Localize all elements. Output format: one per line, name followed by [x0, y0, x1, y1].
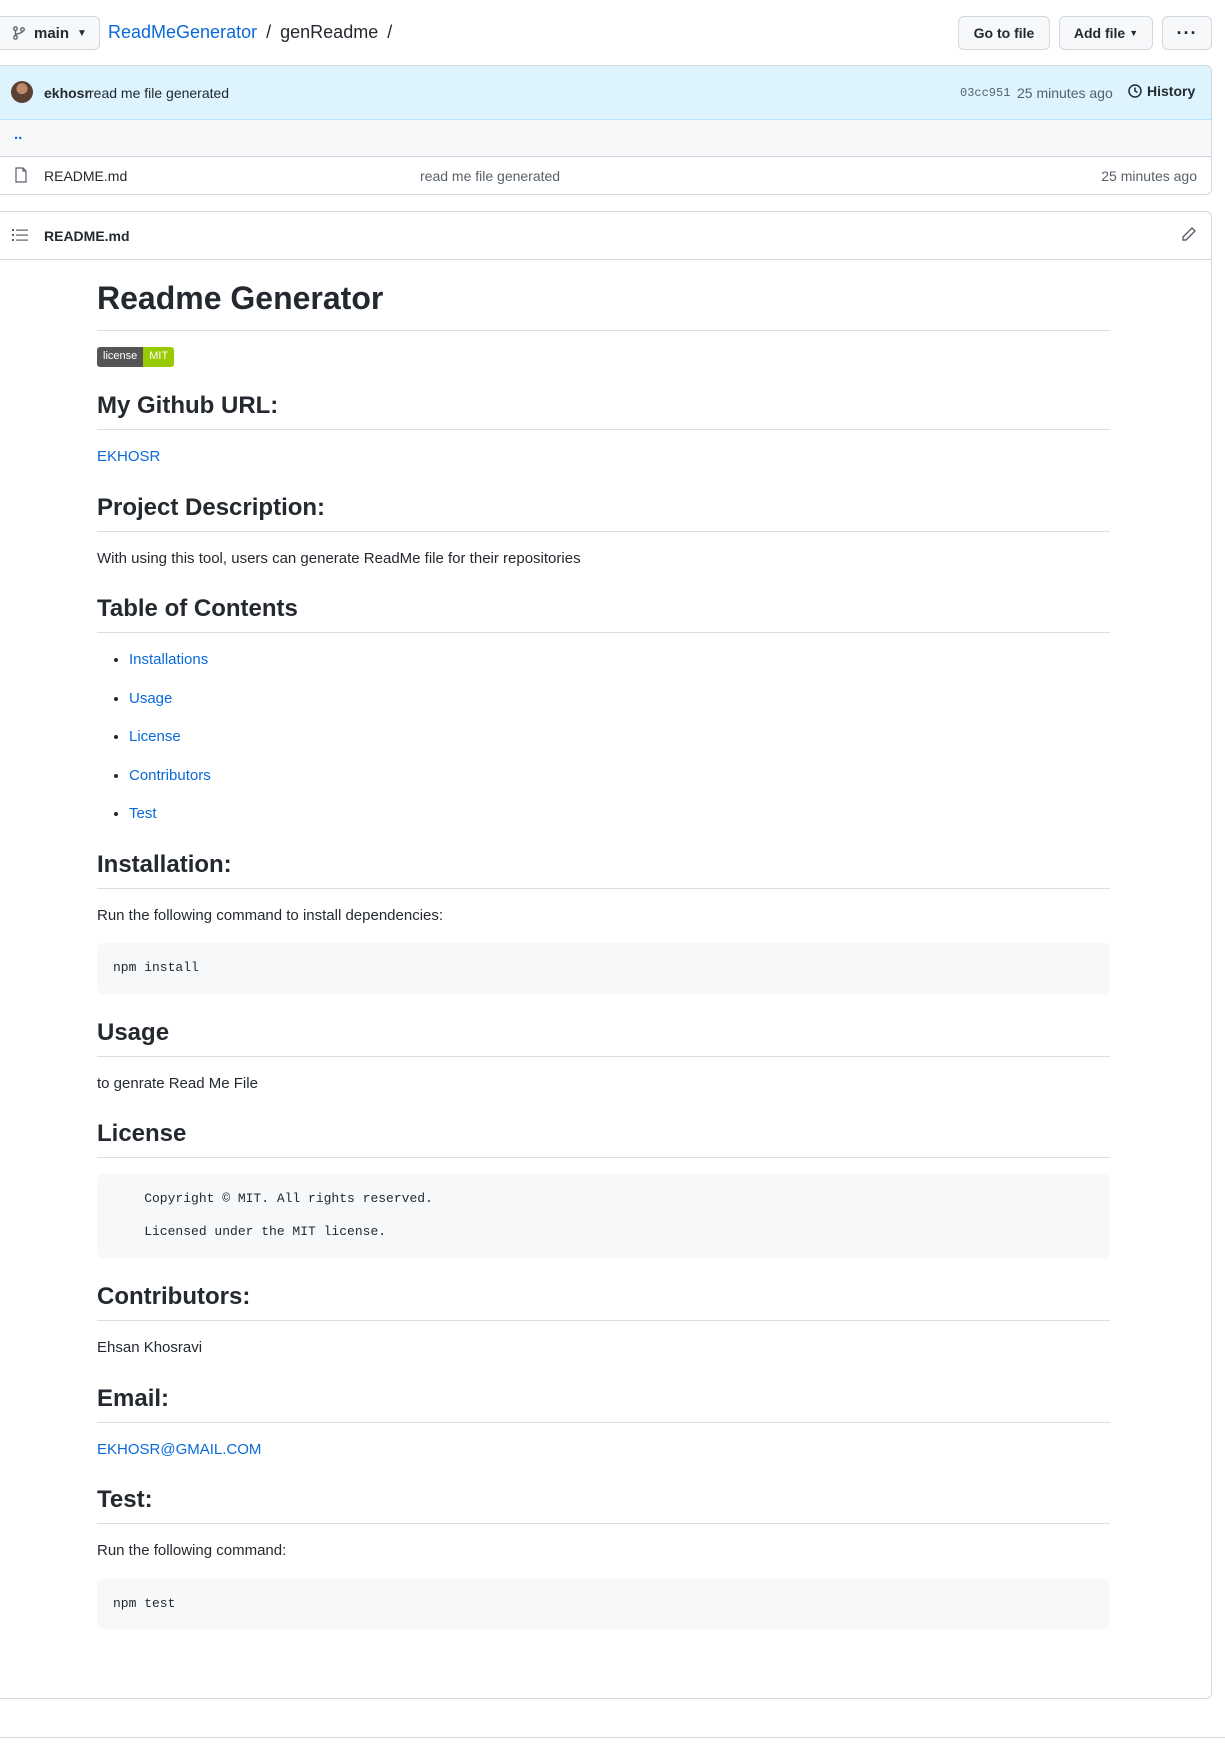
description-heading: Project Description:: [97, 493, 1110, 532]
file-listing: ekhosr read me file generated 03cc951 25…: [0, 65, 1212, 195]
usage-heading: Usage: [97, 1018, 1110, 1057]
commit-time: 25 minutes ago: [1017, 85, 1113, 101]
code-line: Licensed under the MIT license.: [113, 1224, 387, 1240]
add-file-button[interactable]: Add file ▼: [1059, 16, 1153, 50]
badge-label: license: [97, 347, 144, 367]
toc-link-contributors[interactable]: Contributors: [129, 767, 211, 784]
commit-message[interactable]: read me file generated: [89, 85, 229, 101]
toc-link-test[interactable]: Test: [129, 805, 157, 822]
pencil-icon[interactable]: [1181, 226, 1197, 242]
breadcrumb-repo[interactable]: ReadMeGenerator: [108, 22, 257, 42]
code-line: npm test: [113, 1595, 176, 1611]
list-item: License: [129, 726, 1110, 749]
installation-code-block: npm install: [97, 943, 1110, 994]
code-line: npm install: [113, 960, 199, 975]
contributors-heading: Contributors:: [97, 1282, 1110, 1322]
test-text: Run the following command:: [97, 1542, 287, 1560]
github-link[interactable]: EKHOSR: [97, 448, 160, 465]
readme-filename: README.md: [44, 228, 130, 244]
breadcrumb-folder: genReadme: [280, 22, 379, 42]
commit-sha[interactable]: 03cc951: [960, 86, 1010, 100]
history-link[interactable]: History: [1127, 83, 1195, 99]
code-line: Copyright © MIT. All rights reserved.: [113, 1191, 433, 1207]
branch-name: main: [34, 24, 70, 42]
github-heading: My Github URL:: [97, 391, 1110, 430]
file-commit-time: 25 minutes ago: [1101, 168, 1197, 184]
repo-toolbar: main ▼ ReadMeGenerator / genReadme / Go …: [0, 16, 1212, 50]
breadcrumb-separator: /: [387, 22, 393, 42]
list-icon[interactable]: [12, 228, 28, 242]
avatar[interactable]: [11, 81, 33, 103]
more-options-button[interactable]: ···: [1162, 16, 1212, 50]
email-heading: Email:: [97, 1384, 1110, 1423]
breadcrumb: ReadMeGenerator / genReadme /: [108, 22, 396, 43]
installation-text: Run the following command to install dep…: [97, 906, 444, 924]
commit-author[interactable]: ekhosr: [44, 85, 90, 101]
toc-link-installations[interactable]: Installations: [129, 651, 208, 668]
go-to-file-button[interactable]: Go to file: [958, 16, 1050, 50]
readme-header: README.md: [0, 212, 1211, 260]
parent-directory-link[interactable]: ..: [14, 126, 22, 143]
test-heading: Test:: [97, 1485, 1110, 1525]
file-commit-message[interactable]: read me file generated: [420, 168, 560, 184]
license-badge: license MIT: [97, 347, 175, 367]
parent-directory-row[interactable]: ..: [0, 120, 1211, 157]
caret-down-icon: ▼: [77, 27, 87, 39]
readme-title: Readme Generator: [97, 278, 1110, 331]
add-file-label: Add file: [1073, 25, 1126, 41]
toc-link-usage[interactable]: Usage: [129, 690, 172, 707]
file-icon: [15, 167, 27, 183]
breadcrumb-separator: /: [266, 22, 272, 42]
git-branch-icon: [13, 26, 25, 40]
installation-heading: Installation:: [97, 850, 1110, 889]
list-item: Installations: [129, 649, 1110, 672]
toc-link-license[interactable]: License: [129, 728, 181, 745]
toc-heading: Table of Contents: [97, 594, 1110, 633]
license-code-block: Copyright © MIT. All rights reserved. Li…: [97, 1174, 1110, 1259]
list-item: Contributors: [129, 765, 1110, 788]
toc-list: Installations Usage License Contributors…: [97, 649, 1110, 826]
description-text: With using this tool, users can generate…: [97, 549, 581, 567]
history-icon: [1128, 84, 1142, 98]
file-name[interactable]: README.md: [44, 168, 127, 184]
email-link[interactable]: EKHOSR@GMAIL.COM: [97, 1441, 261, 1458]
readme-panel: README.md Readme Generator license MIT M…: [0, 211, 1212, 1699]
branch-selector[interactable]: main ▼: [0, 16, 100, 50]
latest-commit: ekhosr read me file generated 03cc951 25…: [0, 66, 1211, 120]
caret-down-icon: ▼: [1129, 28, 1139, 38]
badge-value: MIT: [143, 347, 175, 367]
table-row[interactable]: README.md read me file generated 25 minu…: [0, 157, 1211, 194]
footer-divider: [0, 1737, 1225, 1738]
contributors-text: Ehsan Khosravi: [97, 1339, 203, 1357]
history-label: History: [1147, 83, 1196, 99]
usage-text: to genrate Read Me File: [97, 1074, 258, 1092]
readme-content: Readme Generator license MIT My Github U…: [97, 260, 1110, 1630]
list-item: Usage: [129, 688, 1110, 711]
test-code-block: npm test: [97, 1578, 1110, 1630]
list-item: Test: [129, 803, 1110, 826]
license-heading: License: [97, 1119, 1110, 1159]
